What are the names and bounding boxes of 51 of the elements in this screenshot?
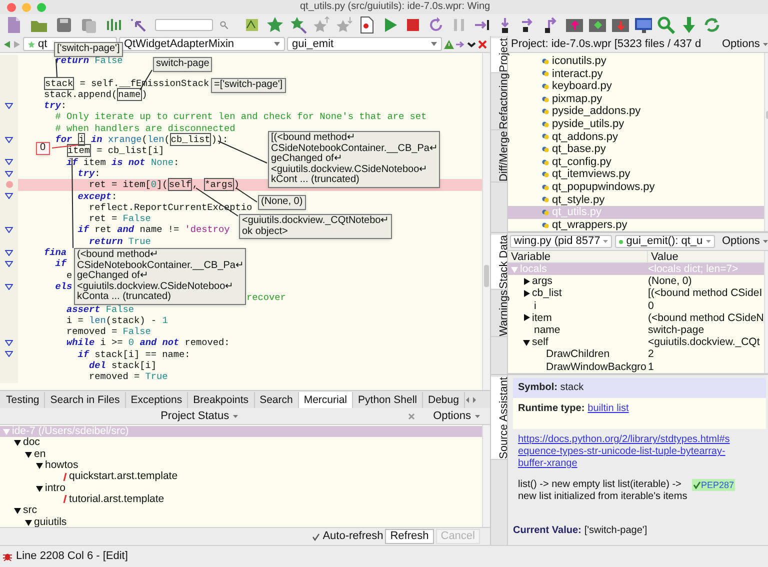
value-tooltip: <guiutils.dockview._CQtNotebo↵ ok object> [239, 214, 392, 239]
variable-value: 1 [647, 360, 655, 373]
code-line: except: [78, 190, 118, 202]
pep-badge: PEP287 [692, 479, 736, 491]
code-line: # Only iterate up to current len and check for None's that are set [55, 111, 427, 123]
code-line: while i >= 0 and not removed: [66, 337, 230, 349]
variable-value: <guiutils.dockview._CQt [647, 336, 761, 348]
variable-value: [(<bound method CSideI [647, 287, 764, 300]
code-line: recover [246, 292, 286, 304]
code-line: del stack[i] [89, 360, 157, 372]
variable-value: (None, 0) [647, 275, 693, 288]
code-line: i = len(stack) - 1 [66, 314, 168, 326]
code-line: for i in xrange(len(cb_list)): [55, 134, 228, 146]
code-line: try: [78, 168, 100, 180]
symbol-heading: Symbol: stack [513, 378, 766, 398]
code-line: fina [44, 247, 67, 258]
code-line: assert False [66, 304, 134, 315]
code-line: stack.append(name) [44, 88, 148, 100]
window-title: qt_utils.py (src/guiutils): ide-7.0s.wpr: Wing [300, 0, 490, 14]
code-line: if ret and name != 'destroy [78, 224, 230, 236]
value-tooltip: (None, 0) [258, 195, 306, 210]
value-tooltip: 0 [36, 142, 50, 154]
variable-value: <locals dict; len=7> [647, 263, 740, 276]
code-line: return False [55, 55, 123, 66]
variable-value: 0 [647, 300, 655, 312]
code-line: els [55, 280, 72, 292]
variable-value: (<bound method CSideN [647, 312, 764, 324]
code-line: if stack[i] == name: [78, 348, 190, 360]
project-title: Project: ide-7.0s.wpr [5323 files / 437 d [511, 36, 702, 52]
value-tooltip: ['switch-page'] [54, 42, 123, 56]
value-tooltip: [(<bound method↵ CSideNotebookContainer.__CB_Pa↵ geChanged of↵ <guiutils.dockview.CSideNoteboo↵ kCont ... (truncated) [268, 131, 440, 188]
code-line: removed = False [66, 326, 151, 338]
code-line: removed = True [89, 371, 168, 383]
code-line: if [55, 258, 67, 270]
code-line: return True [89, 236, 151, 248]
value-tooltip: =['switch-page'] [211, 78, 286, 92]
runtime-type-label: Runtime type: [518, 403, 585, 415]
variable-value: 2 [647, 348, 655, 360]
code-line: # when handlers are disconnected [55, 122, 236, 134]
current-value: ['switch-page'] [584, 525, 648, 537]
value-tooltip: switch-page [153, 57, 212, 72]
code-line: e [66, 270, 72, 281]
current-value-label: Current Value: [513, 525, 582, 537]
status-text: Line 2208 Col 6 - [Edit] [16, 549, 128, 564]
value-tooltip: (<bound method↵ CSideNotebookContainer.__CB_Pa↵ geChanged of↵ <guiutils.dockview.CSideNoteboo↵ kConta ... (truncated) [74, 248, 246, 304]
variable-value: switch-page [647, 324, 706, 336]
code-line: try: [44, 100, 67, 112]
code-line: ret = item[0](self, *args) [89, 179, 240, 191]
code-line: ret = False [89, 213, 151, 224]
code-line: item = cb_list[i] [66, 145, 164, 157]
description: list() -> new empty list list(iterable) -> new list initialized from iterable's items [518, 479, 688, 503]
